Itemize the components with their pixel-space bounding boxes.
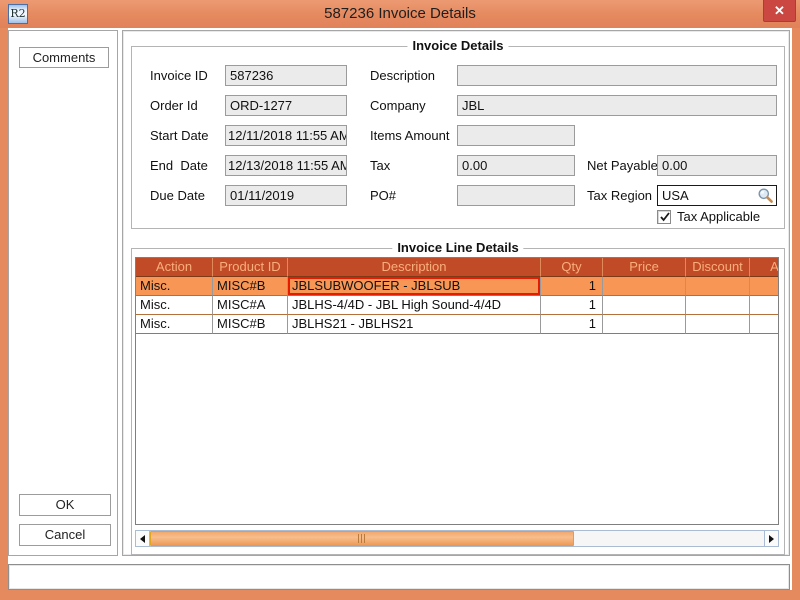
cell-product-id[interactable]: MISC#B [213,315,288,334]
cell-discount[interactable] [686,296,750,315]
cell-qty[interactable]: 1 [541,277,603,296]
cell-amount[interactable] [750,315,779,334]
items-amount-field [457,125,575,146]
cell-price[interactable] [603,277,686,296]
invoice-details-window: { "window": { "title": "587236 Invoice D… [0,0,800,600]
cell-description[interactable]: JBLHS-4/4D - JBL High Sound-4/4D [288,296,541,315]
cell-discount[interactable] [686,315,750,334]
description-field [457,65,777,86]
company-field: JBL [457,95,777,116]
start-date-field: 12/11/2018 11:55 AM [225,125,347,146]
invoice-id-field: 587236 [225,65,347,86]
scrollbar-thumb[interactable] [150,531,574,546]
close-button[interactable]: ✕ [763,0,796,22]
scroll-right-button[interactable] [764,530,779,547]
search-icon[interactable] [757,187,774,206]
scroll-left-button[interactable] [135,530,150,547]
due-date-label: Due Date [150,185,205,206]
ok-button[interactable]: OK [19,494,111,516]
title-bar: R2 587236 Invoice Details ✕ [0,0,800,28]
column-header-price[interactable]: Price [603,258,686,277]
column-header-qty[interactable]: Qty [541,258,603,277]
status-bar [8,564,790,590]
invoice-line-details-title: Invoice Line Details [392,240,523,255]
horizontal-scrollbar[interactable] [135,530,779,547]
main-panel: Invoice Details Invoice ID 587236 Order … [122,30,790,556]
table-row[interactable]: Misc. MISC#B JBLHS21 - JBLHS21 1 [136,315,779,334]
tax-label: Tax [370,155,390,176]
window-title: 587236 Invoice Details [0,0,800,28]
due-date-field: 01/11/2019 [225,185,347,206]
cell-amount[interactable] [750,277,779,296]
arrow-right-icon [769,535,774,543]
cell-action[interactable]: Misc. [136,315,213,334]
start-date-label: Start Date [150,125,209,146]
tax-applicable-checkbox[interactable] [657,210,671,224]
tax-region-label: Tax Region [587,185,652,206]
tax-applicable-label: Tax Applicable [677,209,760,225]
column-header-product-id[interactable]: Product ID [213,258,288,277]
cell-price[interactable] [603,296,686,315]
net-payable-label: Net Payable [587,155,658,176]
cell-amount[interactable] [750,296,779,315]
column-header-discount[interactable]: Discount [686,258,750,277]
window-content: Comments OK Cancel Invoice Details Invoi… [8,28,792,590]
table-row[interactable]: Misc. MISC#B JBLSUBWOOFER - JBLSUB 1 [136,277,779,296]
end-date-label: End Date [150,155,208,176]
cancel-button[interactable]: Cancel [19,524,111,546]
order-id-field: ORD-1277 [225,95,347,116]
table-row[interactable]: Misc. MISC#A JBLHS-4/4D - JBL High Sound… [136,296,779,315]
comments-button[interactable]: Comments [19,47,109,68]
cell-description[interactable]: JBLSUBWOOFER - JBLSUB [288,277,541,296]
cell-discount[interactable] [686,277,750,296]
end-date-field: 12/13/2018 11:55 AM [225,155,347,176]
cell-product-id[interactable]: MISC#B [213,277,288,296]
tax-region-field[interactable]: USA [657,185,777,206]
cell-action[interactable]: Misc. [136,277,213,296]
invoice-details-group: Invoice Details Invoice ID 587236 Order … [131,46,785,229]
line-items-table: Action Product ID Description Qty Price … [135,257,779,525]
column-header-amount[interactable]: Amount [750,258,779,277]
invoice-id-label: Invoice ID [150,65,208,86]
order-id-label: Order Id [150,95,198,116]
column-header-description[interactable]: Description [288,258,541,277]
cell-product-id[interactable]: MISC#A [213,296,288,315]
cell-description[interactable]: JBLHS21 - JBLHS21 [288,315,541,334]
invoice-details-title: Invoice Details [407,38,508,53]
scrollbar-track[interactable] [150,530,764,547]
check-icon [659,211,671,223]
arrow-left-icon [140,535,145,543]
description-label: Description [370,65,435,86]
left-panel: Comments OK Cancel [8,30,118,556]
net-payable-field: 0.00 [657,155,777,176]
cell-qty[interactable]: 1 [541,315,603,334]
cell-action[interactable]: Misc. [136,296,213,315]
cell-qty[interactable]: 1 [541,296,603,315]
po-label: PO# [370,185,396,206]
table-header-row: Action Product ID Description Qty Price … [136,258,779,277]
company-label: Company [370,95,426,116]
column-header-action[interactable]: Action [136,258,213,277]
tax-field: 0.00 [457,155,575,176]
cell-price[interactable] [603,315,686,334]
po-field [457,185,575,206]
grip-icon [358,534,366,543]
tax-region-value: USA [662,188,689,203]
items-amount-label: Items Amount [370,125,449,146]
invoice-line-details-group: Invoice Line Details Action Product ID D… [131,248,785,555]
